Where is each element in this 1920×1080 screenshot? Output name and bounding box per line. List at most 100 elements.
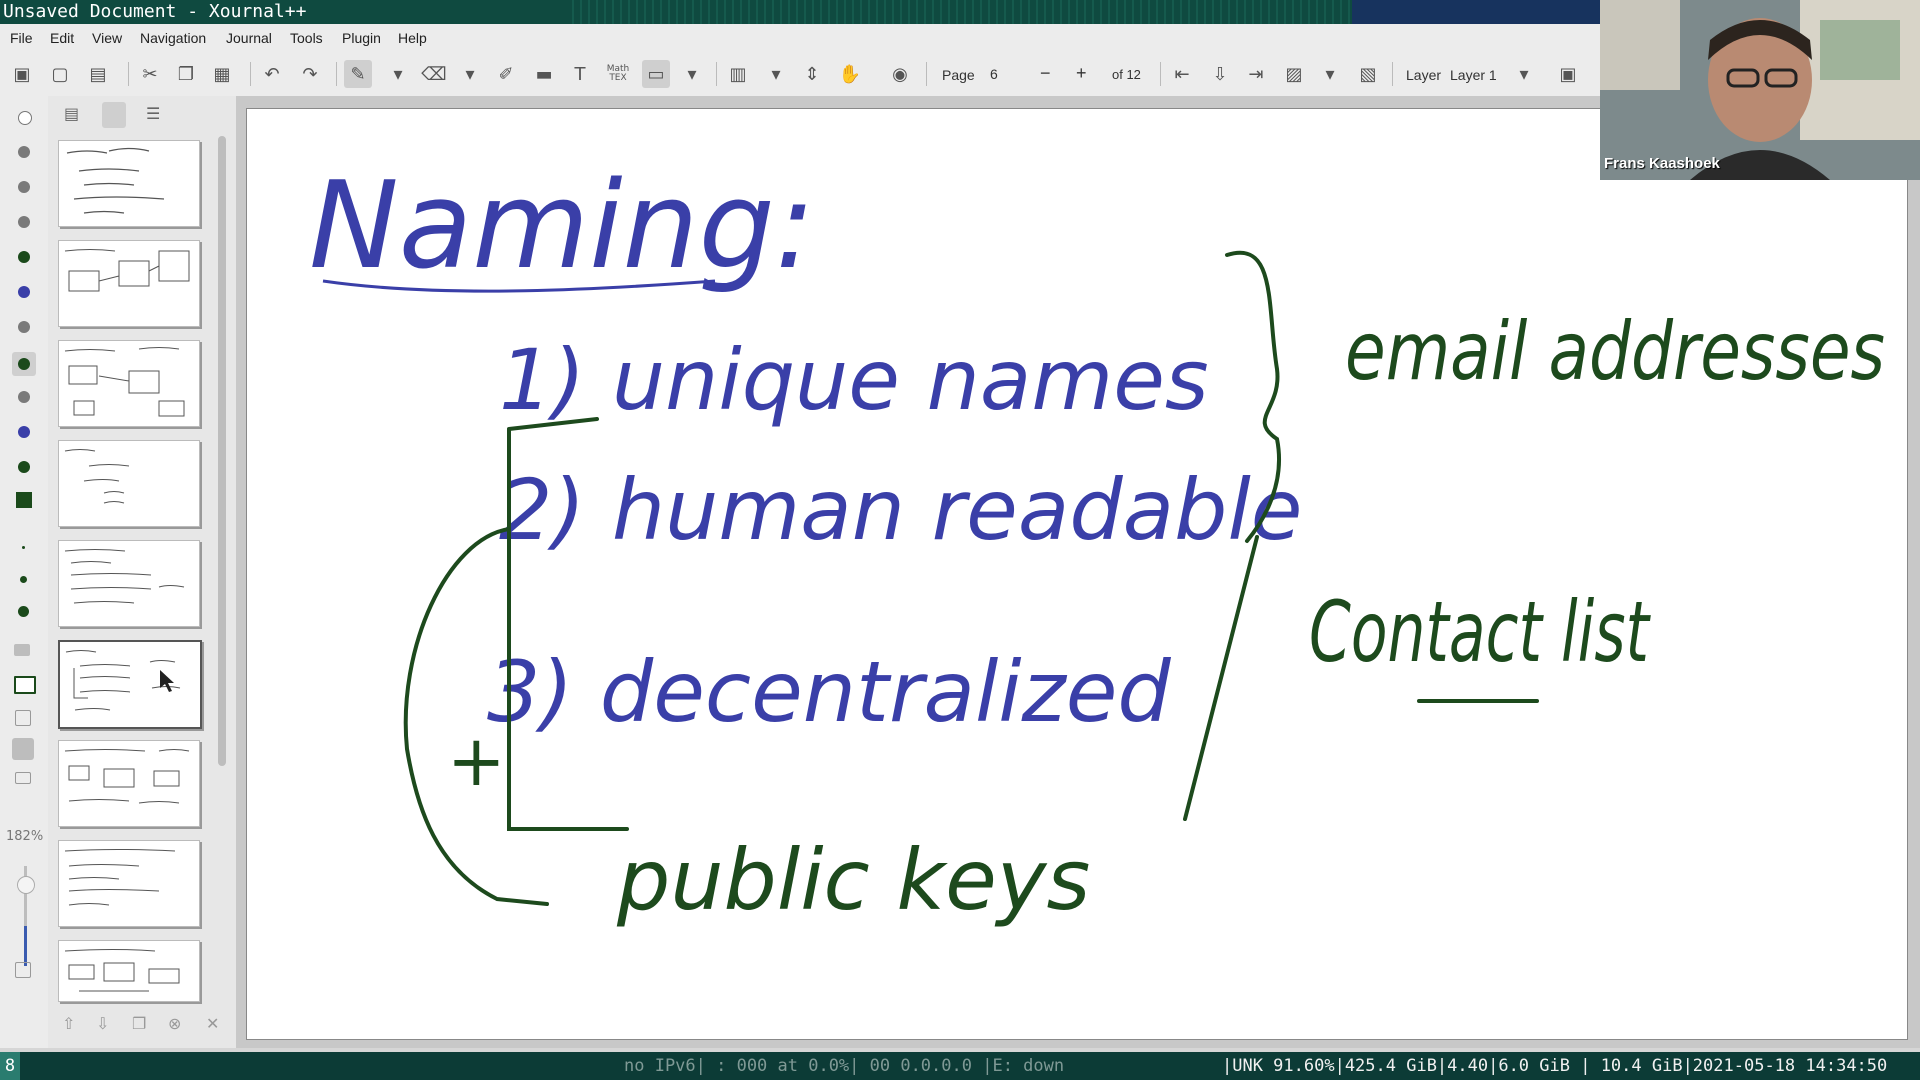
select-region-icon[interactable]: ▭ bbox=[642, 60, 670, 88]
workspace-indicator[interactable]: 8 bbox=[0, 1052, 20, 1080]
chevron-down-icon[interactable]: ▾ bbox=[384, 60, 412, 88]
tool-palette: 182% bbox=[0, 96, 48, 1048]
color-blue-swatch[interactable] bbox=[18, 286, 30, 298]
page-sheet[interactable]: Naming: 1) unique names 2) human readabl… bbox=[246, 108, 1908, 1040]
chevron-down-icon[interactable]: ▾ bbox=[1510, 60, 1538, 88]
last-page-icon[interactable]: ⇥ bbox=[1242, 60, 1270, 88]
text-tool-icon[interactable]: T bbox=[566, 60, 594, 88]
page-thumbnail-sketch bbox=[64, 449, 130, 504]
thin-size-icon[interactable] bbox=[22, 546, 25, 549]
close-icon[interactable]: ✕ bbox=[206, 1014, 219, 1033]
vertical-space-icon[interactable]: ⇕ bbox=[798, 60, 826, 88]
page-thumbnail[interactable] bbox=[58, 940, 200, 1002]
chevron-down-icon[interactable]: ▾ bbox=[456, 60, 484, 88]
thick-size-icon[interactable] bbox=[18, 606, 29, 617]
toolbar-separator bbox=[1392, 62, 1393, 86]
move-page-up-icon[interactable]: ⇧ bbox=[62, 1014, 75, 1033]
menu-tools[interactable]: Tools bbox=[290, 30, 323, 46]
status-network: no IPv6| : 000 at 0.0%| 00 0.0.0.0 |E: d… bbox=[624, 1056, 1065, 1076]
presentation-icon[interactable] bbox=[14, 676, 36, 694]
save-icon[interactable]: ▣ bbox=[8, 60, 36, 88]
image-icon[interactable]: ▬ bbox=[530, 60, 558, 88]
page-preview-tab-icon[interactable]: ▤ bbox=[64, 104, 88, 128]
menu-journal[interactable]: Journal bbox=[226, 30, 272, 46]
toolbar-separator bbox=[716, 62, 717, 86]
divider-line bbox=[1183, 535, 1259, 821]
page-thumbnail[interactable] bbox=[58, 440, 200, 527]
page-thumbnail[interactable] bbox=[58, 240, 200, 327]
menu-edit[interactable]: Edit bbox=[50, 30, 74, 46]
color-blue-swatch[interactable] bbox=[18, 426, 30, 438]
redo-icon[interactable]: ↷ bbox=[296, 60, 324, 88]
toolbar-separator bbox=[128, 62, 129, 86]
layer-select[interactable]: Layer 1 bbox=[1450, 67, 1497, 83]
pen-icon[interactable]: ✎ bbox=[344, 60, 372, 88]
page-thumbnail[interactable] bbox=[58, 740, 200, 827]
color-white-swatch[interactable] bbox=[18, 111, 32, 125]
chevron-down-icon[interactable]: ▾ bbox=[678, 60, 706, 88]
medium-size-icon[interactable] bbox=[20, 576, 27, 583]
paste-icon[interactable]: ▦ bbox=[208, 60, 236, 88]
page-preview-selected-tab-icon[interactable] bbox=[102, 102, 126, 128]
first-page-icon[interactable]: ⇤ bbox=[1168, 60, 1196, 88]
menu-view[interactable]: View bbox=[92, 30, 122, 46]
cut-icon[interactable]: ✂ bbox=[136, 60, 164, 88]
menu-plugin[interactable]: Plugin bbox=[342, 30, 381, 46]
layers-tab-icon[interactable]: ☰ bbox=[146, 104, 170, 128]
page-thumbnail[interactable] bbox=[58, 840, 200, 927]
fill-icon[interactable] bbox=[14, 644, 30, 656]
zoom-fit-icon[interactable] bbox=[15, 710, 31, 726]
highlighter-icon[interactable]: ✐ bbox=[492, 60, 520, 88]
chevron-down-icon[interactable]: ▾ bbox=[762, 60, 790, 88]
zoom-in-icon[interactable] bbox=[15, 962, 31, 978]
chevron-down-icon[interactable]: ▾ bbox=[1316, 60, 1344, 88]
color-green-swatch[interactable] bbox=[18, 358, 30, 370]
menu-navigation[interactable]: Navigation bbox=[140, 30, 206, 46]
color-gray-swatch[interactable] bbox=[18, 181, 30, 193]
color-gray-swatch[interactable] bbox=[18, 321, 30, 333]
delete-page-icon[interactable]: ▧ bbox=[1354, 60, 1382, 88]
custom-color-swatch[interactable] bbox=[16, 492, 32, 508]
copy-page-icon[interactable]: ❐ bbox=[132, 1014, 146, 1033]
zoom-slider-handle[interactable] bbox=[17, 876, 35, 894]
color-gray-swatch[interactable] bbox=[18, 391, 30, 403]
webcam-overlay: Frans Kaashoek bbox=[1600, 0, 1920, 180]
hand-icon[interactable]: ✋ bbox=[836, 60, 864, 88]
math-tex-icon[interactable]: Math TEX bbox=[604, 60, 632, 88]
page-thumbnail-current[interactable] bbox=[58, 640, 202, 729]
page-thumbnail-sketch bbox=[64, 849, 176, 906]
sidebar-scrollbar[interactable] bbox=[218, 136, 226, 766]
page-decrement-button[interactable]: − bbox=[1040, 63, 1051, 85]
copy-icon[interactable]: ❐ bbox=[172, 60, 200, 88]
add-page-icon[interactable]: ▨ bbox=[1280, 60, 1308, 88]
page-thumbnail[interactable] bbox=[58, 340, 200, 427]
delete-page-icon[interactable]: ⊗ bbox=[168, 1014, 181, 1033]
status-bar: 8 no IPv6| : 000 at 0.0%| 00 0.0.0.0 |E:… bbox=[0, 1052, 1920, 1080]
zoom-slider-fill bbox=[24, 926, 27, 966]
undo-icon[interactable]: ↶ bbox=[258, 60, 286, 88]
page-number-input[interactable]: 6 bbox=[990, 66, 998, 88]
page-thumbnail[interactable] bbox=[58, 540, 200, 627]
participant-name: Frans Kaashoek bbox=[1604, 155, 1720, 172]
document-canvas[interactable]: Naming: 1) unique names 2) human readabl… bbox=[236, 96, 1920, 1048]
eraser-icon[interactable]: ⌫ bbox=[420, 60, 448, 88]
menu-file[interactable]: File bbox=[10, 30, 33, 46]
color-green-swatch[interactable] bbox=[18, 251, 30, 263]
menu-help[interactable]: Help bbox=[398, 30, 427, 46]
next-annotated-page-icon[interactable]: ⇩ bbox=[1206, 60, 1234, 88]
grid-icon[interactable]: ▥ bbox=[724, 60, 752, 88]
page-label: Page bbox=[942, 67, 975, 83]
color-gray-swatch[interactable] bbox=[18, 146, 30, 158]
new-page-icon[interactable]: ▢ bbox=[46, 60, 74, 88]
move-page-down-icon[interactable]: ⇩ bbox=[96, 1014, 109, 1033]
zoom-region-icon[interactable] bbox=[12, 738, 34, 760]
fullscreen-icon[interactable]: ◉ bbox=[886, 60, 914, 88]
layer-visibility-icon[interactable]: ▣ bbox=[1554, 60, 1582, 88]
page-thumbnail[interactable] bbox=[58, 140, 200, 227]
zoom-out-icon[interactable] bbox=[15, 772, 31, 784]
page-thumbnail-sketch bbox=[64, 549, 185, 604]
color-green-swatch[interactable] bbox=[18, 461, 30, 473]
page-increment-button[interactable]: + bbox=[1076, 63, 1087, 85]
print-icon[interactable]: ▤ bbox=[84, 60, 112, 88]
color-gray-swatch[interactable] bbox=[18, 216, 30, 228]
